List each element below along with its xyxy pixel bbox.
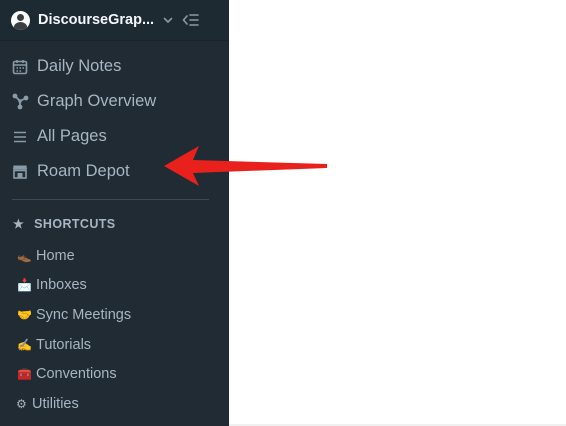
graph-switcher[interactable]: DiscourseGrap...	[0, 0, 229, 41]
inbox-icon: 📩	[17, 278, 32, 293]
star-icon: ★	[13, 217, 25, 231]
collapse-sidebar-icon[interactable]	[182, 13, 199, 27]
shortcut-utilities[interactable]: ⚙ Utilities	[0, 389, 229, 419]
handshake-icon: 🤝	[17, 307, 32, 322]
shortcut-home[interactable]: 👞 Home	[0, 241, 229, 271]
shortcut-label: Tutorials	[36, 336, 92, 353]
shortcut-label: Sync Meetings	[36, 306, 132, 323]
nav-label: Daily Notes	[37, 57, 122, 75]
nav-label: Graph Overview	[37, 92, 157, 110]
shortcut-tutorials[interactable]: ✍️ Tutorials	[0, 330, 229, 360]
left-sidebar: DiscourseGrap... Daily Notes Graph Overv…	[0, 0, 229, 426]
shortcuts-list: 👞 Home 📩 Inboxes 🤝 Sync Meetings ✍️ Tuto…	[0, 241, 229, 419]
annotation-arrow	[164, 146, 327, 186]
nav-label: All Pages	[37, 127, 107, 145]
shortcut-inboxes[interactable]: 📩 Inboxes	[0, 271, 229, 301]
nav-daily-notes[interactable]: Daily Notes	[0, 49, 229, 84]
shortcuts-header: ★ SHORTCUTS	[0, 217, 229, 231]
avatar	[11, 10, 30, 30]
shortcut-conventions[interactable]: 🧰 Conventions	[0, 359, 229, 389]
shortcut-label: Home	[36, 247, 75, 264]
shortcut-sync-meetings[interactable]: 🤝 Sync Meetings	[0, 300, 229, 330]
writing-hand-icon: ✍️	[17, 337, 32, 352]
shop-icon	[11, 163, 29, 181]
shortcut-label: Utilities	[32, 395, 79, 412]
shortcut-label: Conventions	[36, 366, 117, 383]
toolbox-icon: 🧰	[17, 367, 32, 382]
nav-graph-overview[interactable]: Graph Overview	[0, 84, 229, 119]
shoe-icon: 👞	[17, 248, 32, 263]
list-icon	[11, 128, 29, 146]
nav-label: Roam Depot	[37, 162, 130, 180]
graph-icon	[11, 93, 29, 111]
calendar-icon	[11, 58, 29, 76]
graph-name: DiscourseGrap...	[38, 12, 155, 28]
divider	[12, 199, 209, 200]
shortcuts-title: SHORTCUTS	[34, 217, 116, 231]
chevron-down-icon[interactable]	[162, 14, 174, 26]
shortcut-label: Inboxes	[36, 277, 87, 294]
gear-icon: ⚙	[16, 396, 27, 411]
